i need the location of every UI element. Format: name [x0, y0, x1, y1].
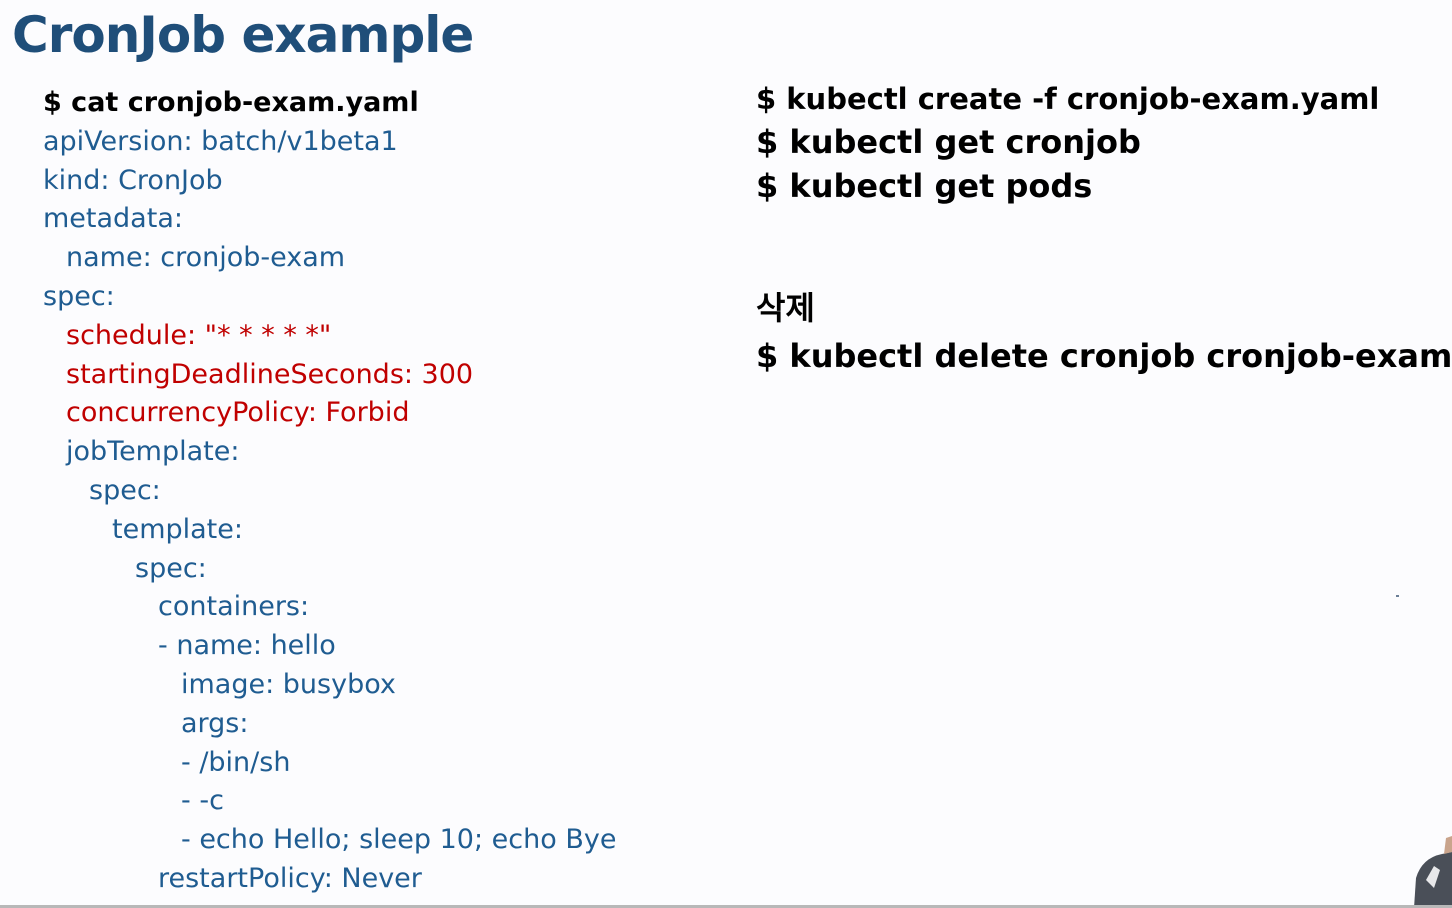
yaml-line: spec: — [135, 552, 207, 584]
yaml-line: spec: — [89, 474, 161, 506]
slide-title: CronJob example — [12, 6, 474, 64]
command-delete: $ kubectl delete cronjob cronjob-exam — [756, 337, 1452, 375]
yaml-line: - echo Hello; sleep 10; echo Bye — [181, 824, 617, 856]
yaml-line: restartPolicy: Never — [158, 862, 422, 894]
yaml-line: name: cronjob-exam — [66, 242, 346, 274]
command-create: $ kubectl create -f cronjob-exam.yaml — [756, 82, 1380, 116]
yaml-line: image: busybox — [181, 668, 396, 700]
yaml-line: containers: — [158, 591, 310, 623]
slide: CronJob example $ cat cronjob-exam.yaml a… — [0, 0, 1452, 908]
yaml-line: - name: hello — [158, 630, 336, 662]
yaml-line: jobTemplate: — [66, 436, 240, 468]
yaml-line: schedule: "* * * * *" — [66, 319, 332, 351]
command-get-pods: $ kubectl get pods — [756, 167, 1093, 205]
delete-heading: 삭제 — [756, 289, 815, 327]
command-get-cronjob: $ kubectl get cronjob — [756, 123, 1141, 161]
yaml-line: concurrencyPolicy: Forbid — [66, 397, 410, 429]
yaml-line: spec: — [43, 280, 115, 312]
yaml-line: kind: CronJob — [43, 164, 223, 196]
yaml-line: - /bin/sh — [181, 746, 291, 778]
yaml-line: template: — [112, 513, 243, 545]
yaml-listing: $ cat cronjob-exam.yaml apiVersion: batch… — [43, 84, 616, 899]
yaml-line: - -c — [181, 785, 224, 817]
presenter-video-thumbnail — [1414, 836, 1452, 908]
presenter-neck-shape — [1444, 836, 1452, 854]
yaml-line: args: — [181, 707, 249, 739]
yaml-line: metadata: — [43, 203, 183, 235]
yaml-line: $ cat cronjob-exam.yaml — [43, 87, 419, 118]
stray-mark — [1396, 595, 1399, 597]
yaml-line: apiVersion: batch/v1beta1 — [43, 125, 398, 157]
kubectl-commands: $ kubectl create -f cronjob-exam.yaml $ … — [756, 78, 1379, 208]
yaml-line: startingDeadlineSeconds: 300 — [66, 358, 474, 390]
